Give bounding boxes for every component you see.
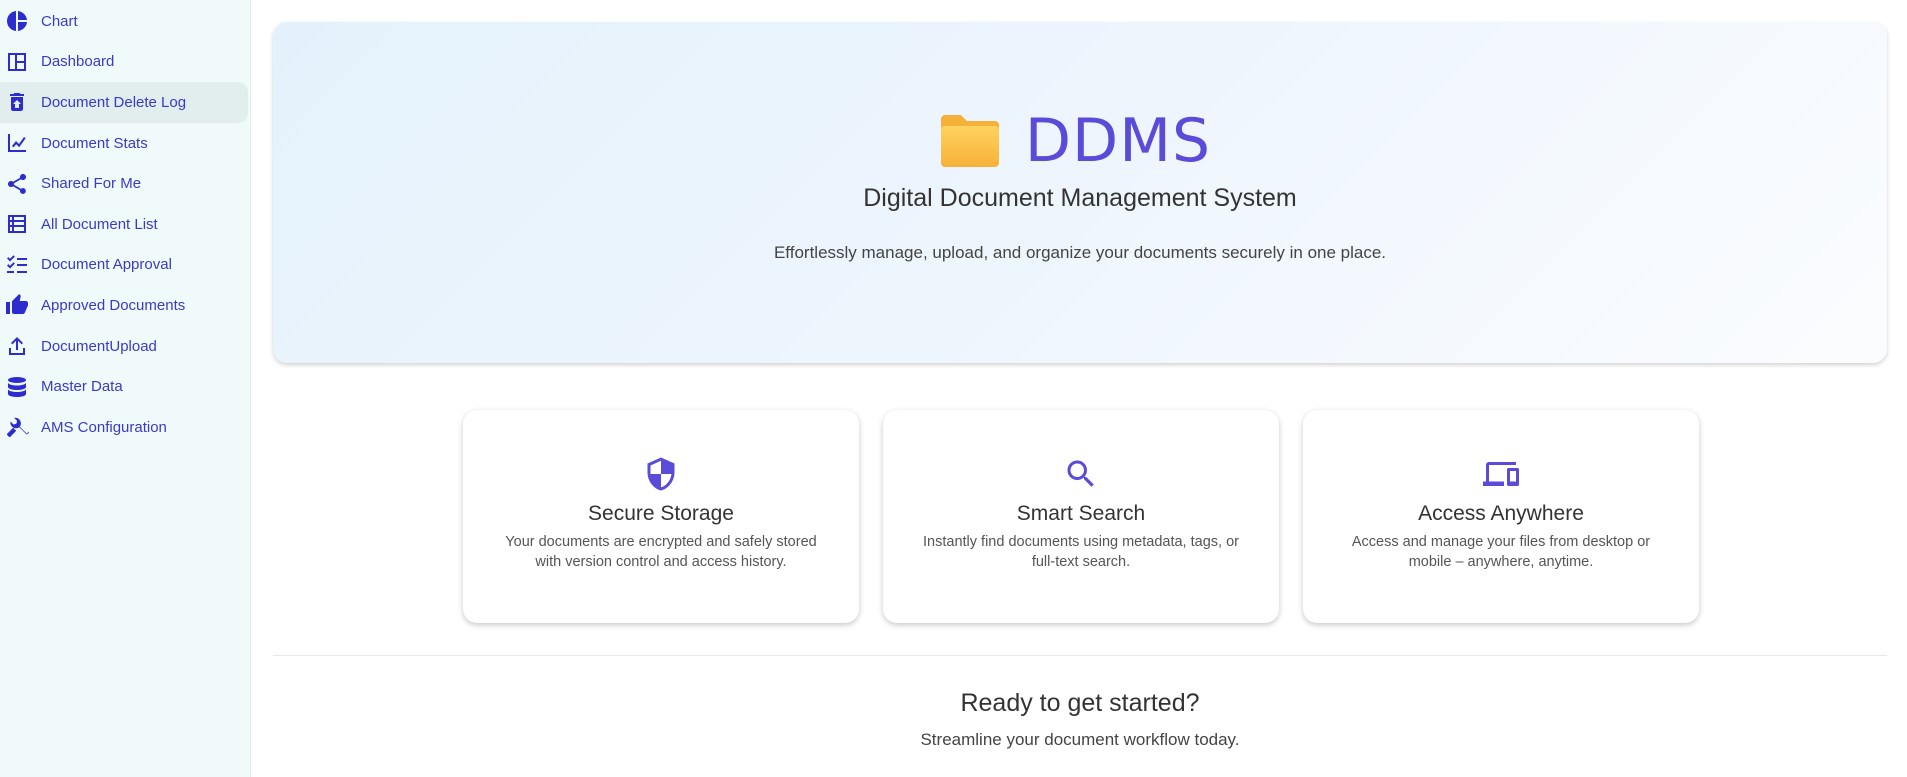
hero-title-row: DDMS xyxy=(273,106,1887,176)
checklist-icon xyxy=(5,253,29,277)
pie-chart-icon xyxy=(5,9,29,33)
sidebar-item-label: Dashboard xyxy=(41,53,115,71)
sidebar-item-chart[interactable]: Chart xyxy=(0,1,248,42)
hero-description: Effortlessly manage, upload, and organiz… xyxy=(773,243,1387,262)
sidebar-item-approved-documents[interactable]: Approved Documents xyxy=(0,285,248,326)
restore-delete-icon xyxy=(5,90,29,114)
sidebar-item-document-stats[interactable]: Document Stats xyxy=(0,123,248,164)
cta-title: Ready to get started? xyxy=(960,689,1200,717)
tools-icon xyxy=(5,415,29,439)
feature-cards: Secure Storage Your documents are encryp… xyxy=(463,410,1699,623)
sidebar: Chart Dashboard Document Delete Log Docu… xyxy=(0,0,251,777)
shield-icon xyxy=(643,456,679,492)
hero-subtitle: Digital Document Management System xyxy=(863,184,1297,212)
cta-subtitle: Streamline your document workflow today. xyxy=(920,730,1240,749)
sidebar-item-label: DocumentUpload xyxy=(41,337,157,355)
sidebar-item-label: Document Stats xyxy=(41,134,148,152)
feature-text: Your documents are encrypted and safely … xyxy=(505,534,817,570)
feature-text: Access and manage your files from deskto… xyxy=(1351,534,1651,570)
feature-text: Instantly find documents using metadata,… xyxy=(923,534,1239,570)
sidebar-item-label: Shared For Me xyxy=(41,175,142,193)
search-icon xyxy=(1063,456,1099,492)
sidebar-item-label: Document Delete Log xyxy=(41,93,187,111)
hero-banner: DDMS Digital Document Management System … xyxy=(273,22,1887,363)
feature-card-access-anywhere: Access Anywhere Access and manage your f… xyxy=(1303,410,1699,623)
sidebar-item-document-delete-log[interactable]: Document Delete Log xyxy=(0,82,248,123)
main-content: DDMS Digital Document Management System … xyxy=(251,0,1907,777)
sidebar-item-document-upload[interactable]: DocumentUpload xyxy=(0,326,248,367)
page-title: DDMS xyxy=(1024,106,1212,176)
devices-icon xyxy=(1483,456,1519,492)
sidebar-item-label: AMS Configuration xyxy=(41,418,167,436)
sidebar-item-shared-for-me[interactable]: Shared For Me xyxy=(0,163,248,204)
sidebar-item-dashboard[interactable]: Dashboard xyxy=(0,42,248,83)
feature-title: Secure Storage xyxy=(588,502,734,525)
line-chart-icon xyxy=(5,131,29,155)
feature-card-smart-search: Smart Search Instantly find documents us… xyxy=(883,410,1279,623)
database-icon xyxy=(5,375,29,399)
upload-icon xyxy=(5,334,29,358)
list-icon xyxy=(5,212,29,236)
thumbs-up-icon xyxy=(5,293,29,317)
app-root: Chart Dashboard Document Delete Log Docu… xyxy=(0,0,1907,777)
sidebar-item-label: Document Approval xyxy=(41,256,172,274)
sidebar-item-ams-configuration[interactable]: AMS Configuration xyxy=(0,407,248,448)
share-icon xyxy=(5,172,29,196)
sidebar-item-label: Approved Documents xyxy=(41,296,186,314)
section-divider xyxy=(273,655,1887,656)
sidebar-item-label: All Document List xyxy=(41,215,158,233)
sidebar-item-master-data[interactable]: Master Data xyxy=(0,366,248,407)
feature-title: Smart Search xyxy=(1016,502,1146,525)
dashboard-icon xyxy=(5,50,29,74)
sidebar-item-label: Chart xyxy=(41,12,78,30)
sidebar-item-label: Master Data xyxy=(41,378,123,396)
sidebar-item-all-document-list[interactable]: All Document List xyxy=(0,204,248,245)
feature-card-secure-storage: Secure Storage Your documents are encryp… xyxy=(463,410,859,623)
feature-title: Access Anywhere xyxy=(1418,502,1584,525)
sidebar-item-document-approval[interactable]: Document Approval xyxy=(0,245,248,286)
folder-icon xyxy=(939,111,1001,171)
